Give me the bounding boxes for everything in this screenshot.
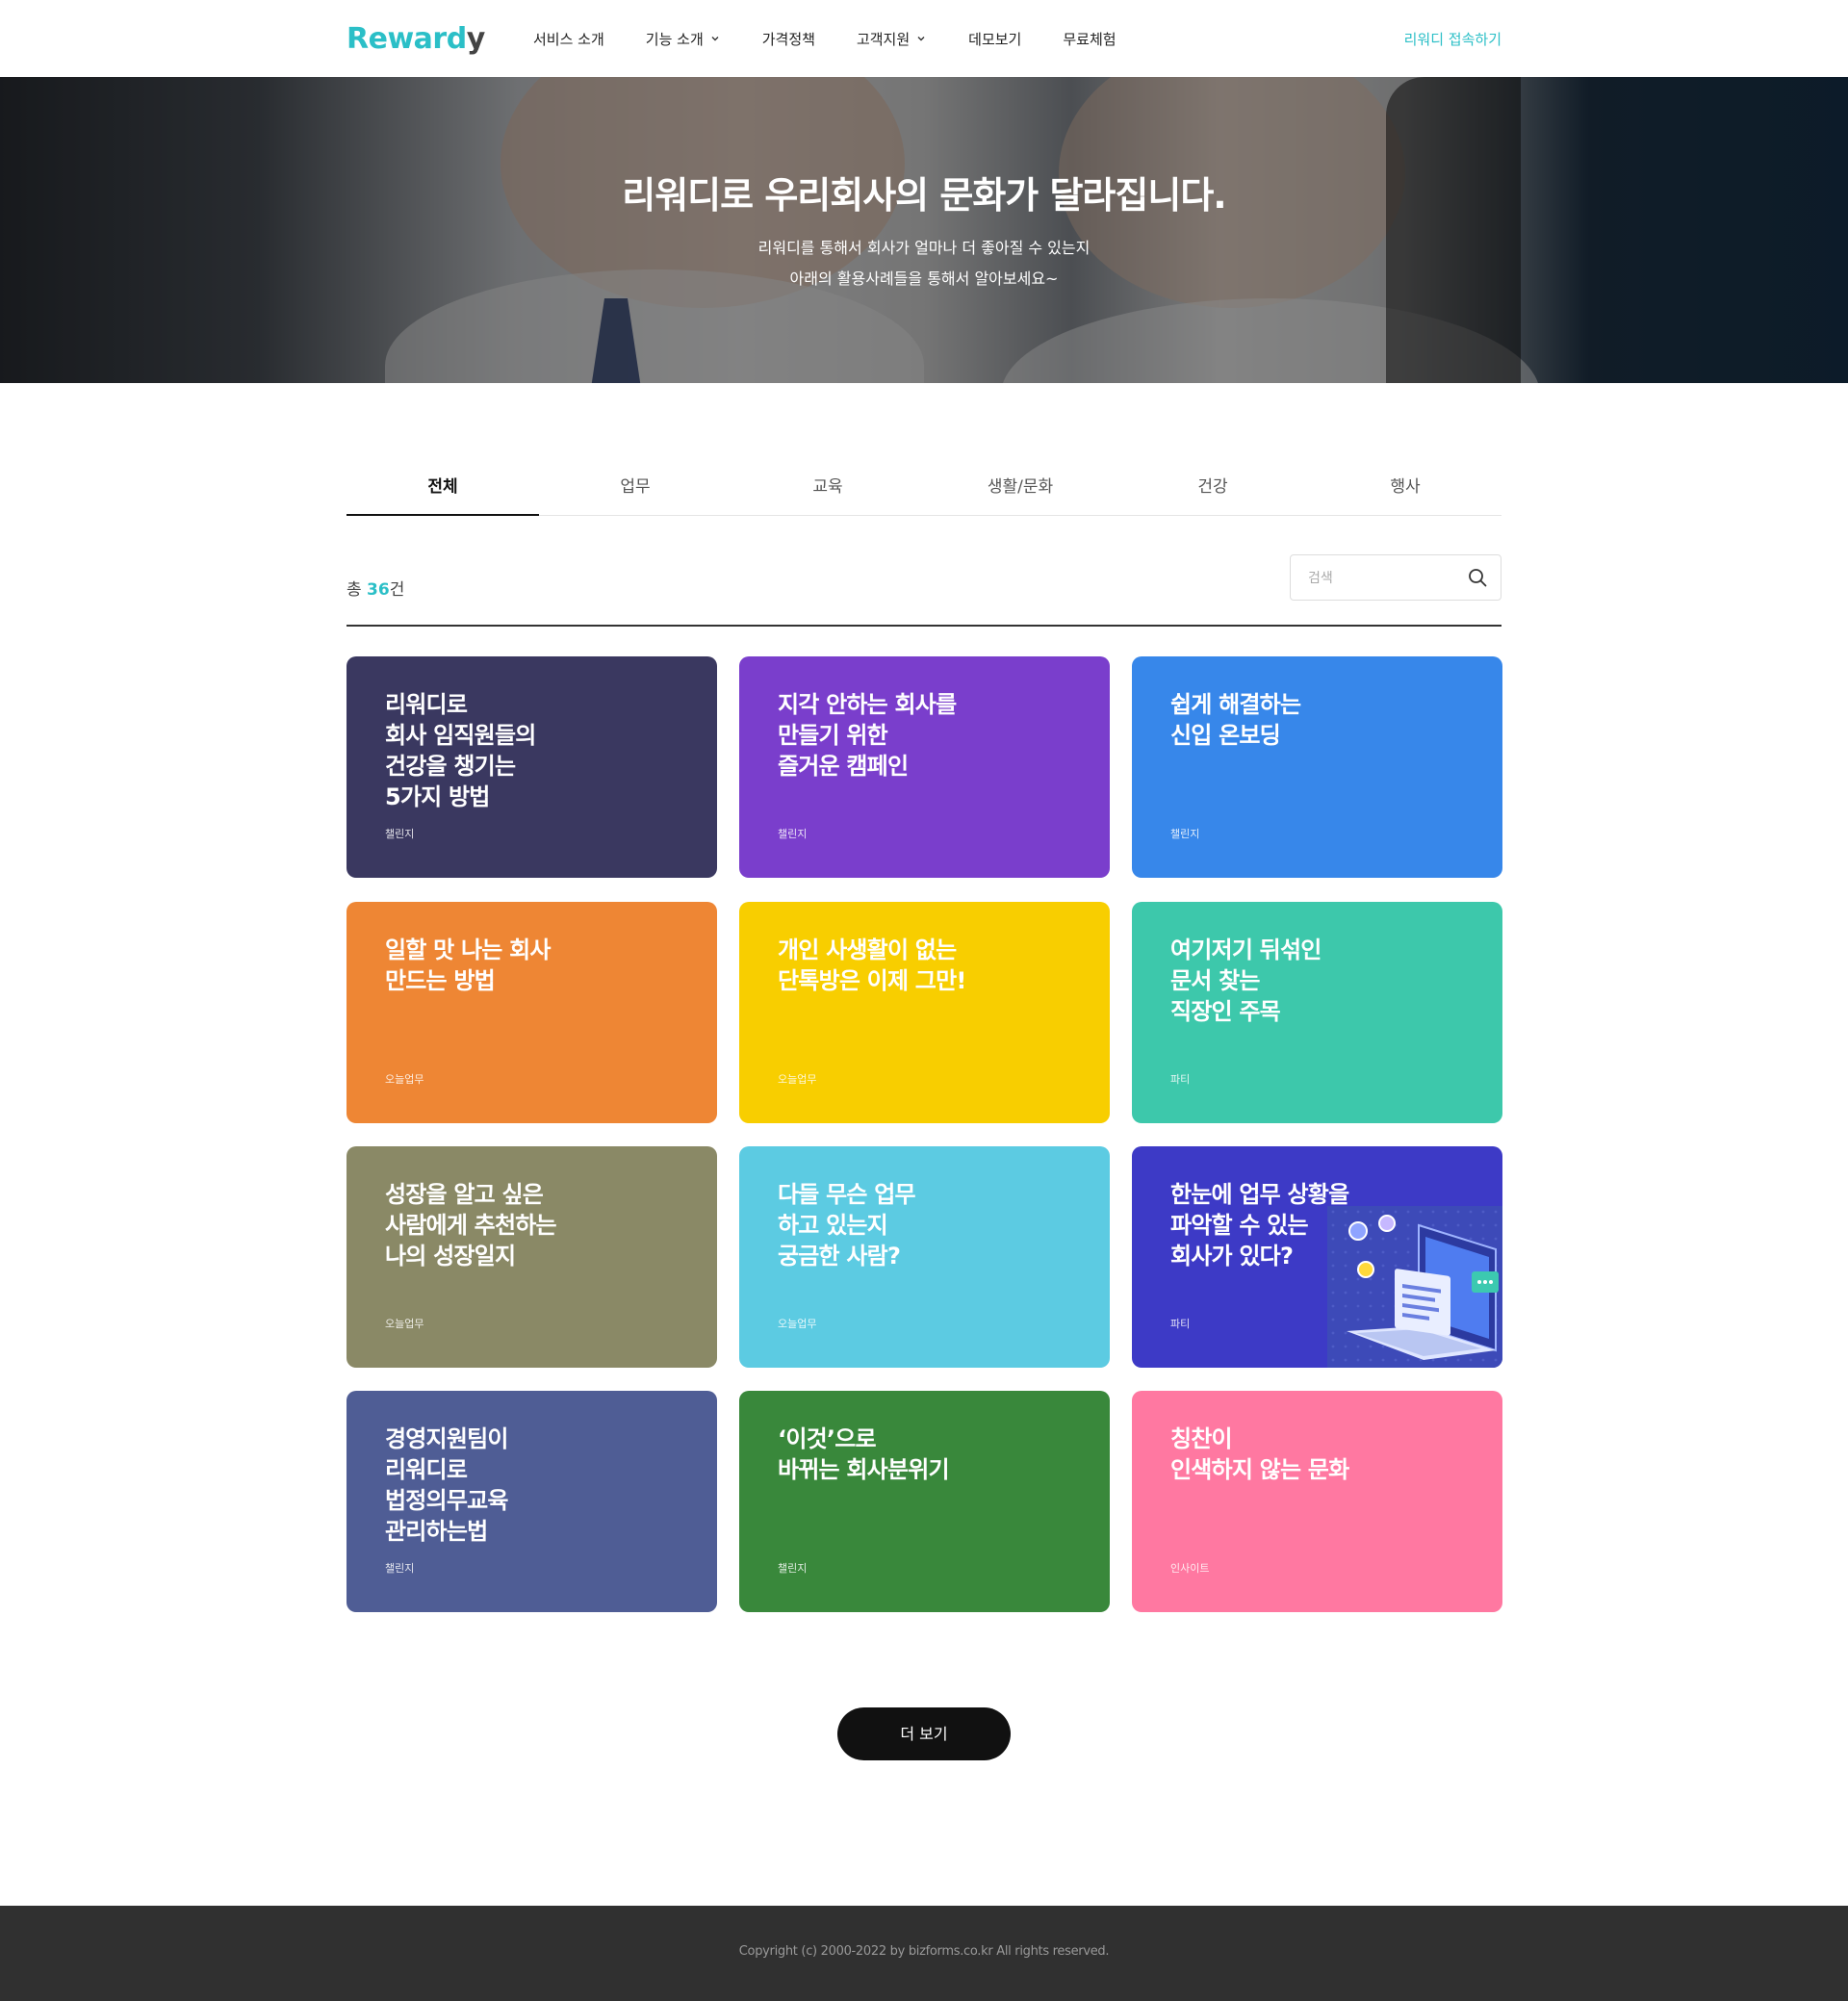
case-card-title: 개인 사생활이 없는 단톡방은 이제 그만! — [778, 936, 966, 994]
case-card[interactable]: 경영지원팀이 리워디로 법정의무교육 관리하는법챌린지 — [346, 1391, 717, 1612]
tab-5[interactable]: 건강 — [1116, 468, 1309, 515]
nav-item-1[interactable]: 서비스 소개 — [533, 29, 604, 49]
tab-6[interactable]: 행사 — [1309, 468, 1502, 515]
case-card-title: 성장을 알고 싶은 사람에게 추천하는 나의 성장일지 — [385, 1181, 557, 1270]
case-card[interactable]: 리워디로 회사 임직원들의 건강을 챙기는 5가지 방법챌린지 — [346, 656, 717, 878]
case-card[interactable]: ‘이것’으로 바뀌는 회사분위기챌린지 — [739, 1391, 1110, 1612]
case-card-tag: 인사이트 — [1170, 1562, 1210, 1575]
nav-item-6[interactable]: 무료체험 — [1063, 29, 1116, 49]
category-tabs: 전체 업무 교육 생활/문화 건강 행사 — [346, 468, 1502, 516]
site-header: Rewardy 서비스 소개 기능 소개 가격정책 고객지원 데모보기 무료체험 리워디 … — [0, 0, 1848, 77]
case-card[interactable]: 일할 맛 나는 회사 만드는 방법오늘업무 — [346, 902, 717, 1123]
nav-item-label: 기능 소개 — [645, 30, 704, 48]
result-count: 총 36건 — [346, 576, 404, 600]
case-card-tag: 오늘업무 — [385, 1073, 424, 1086]
tab-4[interactable]: 생활/문화 — [924, 468, 1116, 515]
case-card-tag: 챌린지 — [385, 828, 415, 840]
rewardy-login-link[interactable]: 리워디 접속하기 — [1404, 0, 1502, 77]
chevron-down-icon — [917, 37, 925, 41]
case-card-tag: 챌린지 — [778, 1562, 808, 1575]
nav-item-label: 고객지원 — [856, 30, 911, 48]
case-card-tag: 챌린지 — [778, 828, 808, 840]
tab-3[interactable]: 교육 — [732, 468, 924, 515]
case-card[interactable]: 지각 안하는 회사를 만들기 위한 즐거운 캠페인챌린지 — [739, 656, 1110, 878]
case-card-tag: 챌린지 — [385, 1562, 415, 1575]
case-card-title: 지각 안하는 회사를 만들기 위한 즐거운 캠페인 — [778, 691, 957, 780]
count-suffix: 건 — [389, 580, 405, 600]
case-card-tag: 오늘업무 — [385, 1318, 424, 1330]
copyright-text: Copyright (c) 2000-2022 by bizforms.co.k… — [738, 1944, 1110, 1959]
case-card-tag: 챌린지 — [1170, 828, 1200, 840]
case-card-title: 한눈에 업무 상황을 파악할 수 있는 회사가 있다? — [1170, 1181, 1349, 1270]
hero-banner: 리워디로 우리회사의 문화가 달라집니다. 리워디를 통해서 회사가 얼마나 더… — [0, 77, 1848, 383]
case-card[interactable]: 성장을 알고 싶은 사람에게 추천하는 나의 성장일지오늘업무 — [346, 1146, 717, 1368]
hero-subtitle: 리워디를 통해서 회사가 얼마나 더 좋아질 수 있는지 아래의 활용사례들을 … — [0, 233, 1848, 295]
hero-subtitle-line1: 리워디를 통해서 회사가 얼마나 더 좋아질 수 있는지 — [757, 239, 1091, 257]
case-card-title: 여기저기 뒤섞인 문서 찾는 직장인 주목 — [1170, 936, 1322, 1025]
case-card-title: 칭찬이 인색하지 않는 문화 — [1170, 1425, 1349, 1483]
case-card-tag: 오늘업무 — [778, 1318, 817, 1330]
nav-item-label: 가격정책 — [761, 30, 815, 48]
nav-item-2[interactable]: 기능 소개 — [646, 29, 721, 49]
chevron-down-icon — [711, 37, 719, 41]
case-card-title: 쉽게 해결하는 신입 온보딩 — [1170, 691, 1301, 749]
case-card[interactable]: 쉽게 해결하는 신입 온보딩챌린지 — [1132, 656, 1502, 878]
case-card-tag: 오늘업무 — [778, 1073, 817, 1086]
count-number: 36 — [367, 580, 390, 600]
logo-text: Rewardy — [346, 21, 485, 56]
case-card-title: 리워디로 회사 임직원들의 건강을 챙기는 5가지 방법 — [385, 691, 536, 810]
case-card-title: 일할 맛 나는 회사 만드는 방법 — [385, 936, 551, 994]
tab-2[interactable]: 업무 — [539, 468, 732, 515]
load-more-button[interactable]: 더 보기 — [837, 1707, 1011, 1760]
case-card[interactable]: 다들 무슨 업무 하고 있는지 궁금한 사람? 오늘업무 — [739, 1146, 1110, 1368]
hero-title: 리워디로 우리회사의 문화가 달라집니다. — [622, 174, 1226, 217]
case-card-tag: 파티 — [1170, 1073, 1191, 1086]
site-footer: Copyright (c) 2000-2022 by bizforms.co.k… — [0, 1906, 1848, 2001]
case-card[interactable]: 한눈에 업무 상황을 파악할 수 있는 회사가 있다? 파티 — [1132, 1146, 1502, 1368]
hero-overlay — [0, 77, 1848, 383]
nav-item-4[interactable]: 고객지원 — [857, 29, 927, 49]
case-card-tag: 파티 — [1170, 1318, 1191, 1330]
search-input[interactable] — [1291, 555, 1454, 600]
case-card[interactable]: 여기저기 뒤섞인 문서 찾는 직장인 주목파티 — [1132, 902, 1502, 1123]
count-prefix: 총 — [346, 580, 362, 600]
case-card-title: 경영지원팀이 리워디로 법정의무교육 관리하는법 — [385, 1425, 508, 1545]
nav-item-5[interactable]: 데모보기 — [968, 29, 1021, 49]
nav-item-label: 데모보기 — [968, 30, 1022, 48]
case-card[interactable]: 칭찬이 인색하지 않는 문화인사이트 — [1132, 1391, 1502, 1612]
search-box — [1290, 554, 1502, 601]
logo[interactable]: Rewardy — [346, 19, 485, 58]
hero-subtitle-line2: 아래의 활용사례들을 통해서 알아보세요~ — [789, 269, 1059, 288]
nav-item-label: 무료체험 — [1063, 30, 1116, 48]
case-card[interactable]: 개인 사생활이 없는 단톡방은 이제 그만! 오늘업무 — [739, 902, 1110, 1123]
case-card-title: 다들 무슨 업무 하고 있는지 궁금한 사람? — [778, 1181, 916, 1270]
list-divider — [346, 625, 1502, 627]
nav-item-3[interactable]: 가격정책 — [762, 29, 815, 49]
nav-item-label: 서비스 소개 — [533, 30, 604, 48]
search-icon[interactable] — [1468, 568, 1487, 587]
case-card-title: ‘이것’으로 바뀌는 회사분위기 — [778, 1425, 950, 1483]
main-nav: 서비스 소개 기능 소개 가격정책 고객지원 데모보기 무료체험 — [533, 0, 1158, 77]
tab-1[interactable]: 전체 — [346, 468, 539, 516]
